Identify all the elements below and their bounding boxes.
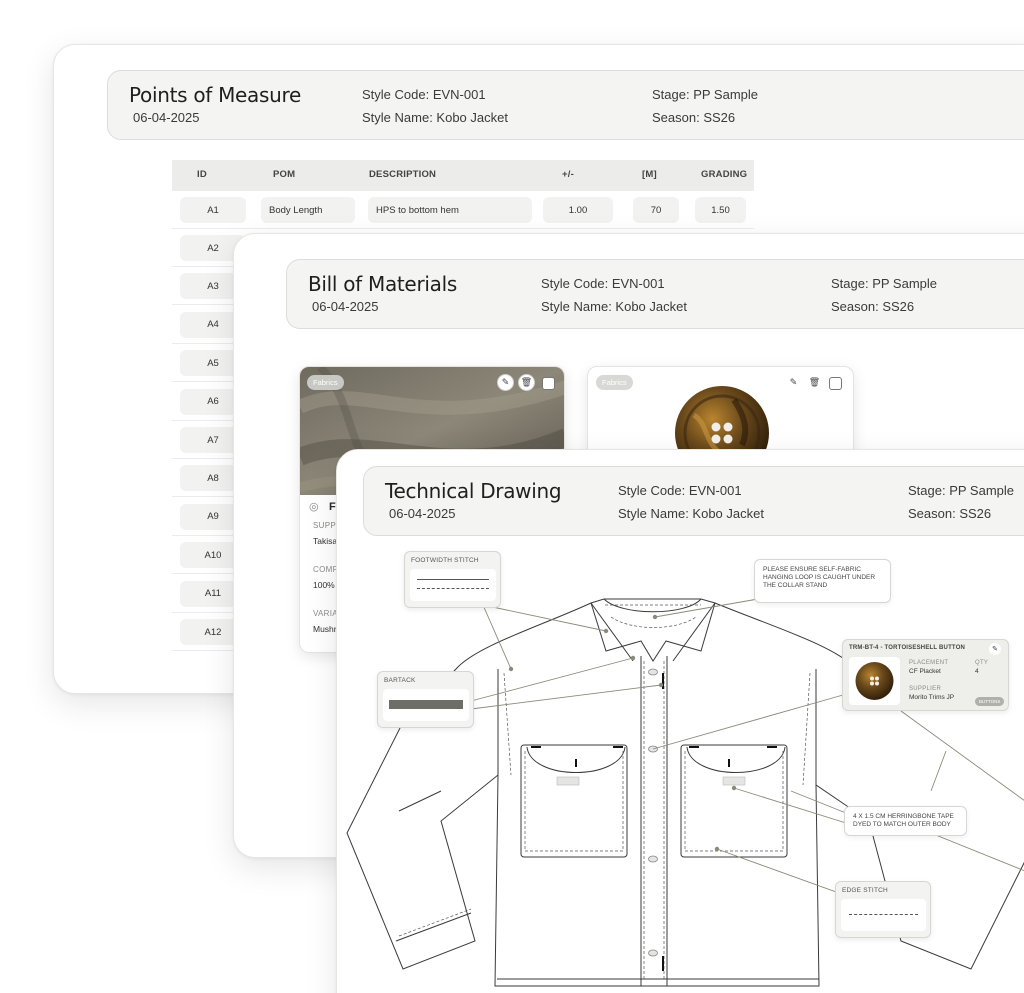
bom-header: Bill of Materials 06-04-2025 Style Code:… xyxy=(286,259,1024,329)
stitch-swatch xyxy=(410,569,496,601)
page-date: 06-04-2025 xyxy=(133,110,200,125)
callout-title: BARTACK xyxy=(384,677,416,684)
stage: Stage: PP Sample xyxy=(831,276,937,291)
style-code: Style Code: EVN-001 xyxy=(362,87,486,102)
edit-icon[interactable]: ✎ xyxy=(989,643,1001,655)
callout-title: FOOTWIDTH STITCH xyxy=(411,557,479,564)
edit-icon[interactable]: ✎ xyxy=(785,374,802,391)
stitch-swatch xyxy=(841,899,926,931)
trim-card-tortoiseshell-button[interactable]: TRM-BT-4 - TORTOISESHELL BUTTON ✎ PLACEM… xyxy=(842,639,1009,711)
cell-tolerance[interactable]: 1.00 xyxy=(543,197,613,223)
technical-drawing-panel: Technical Drawing 06-04-2025 Style Code:… xyxy=(336,449,1024,993)
delete-icon[interactable]: 🗑 xyxy=(806,374,823,391)
page-title: Points of Measure xyxy=(129,83,301,107)
trim-code: TRM-BT-4 - TORTOISESHELL BUTTON xyxy=(849,645,966,651)
column-header-grading: GRADING xyxy=(701,169,748,180)
bartack-swatch xyxy=(383,689,469,721)
supplier-value: Morito Trims JP xyxy=(909,694,955,701)
style-name: Style Name: Kobo Jacket xyxy=(362,110,508,125)
cell-measurement[interactable]: 70 xyxy=(633,197,679,223)
trim-category-badge: BUTTONS xyxy=(975,697,1005,706)
placement-label: PLACEMENT xyxy=(909,660,949,666)
column-header-measurement: [M] xyxy=(642,169,657,180)
variant-value: Mushr xyxy=(313,624,337,634)
table-header: ID POM DESCRIPTION +/- [M] GRADING xyxy=(172,160,754,191)
placement-value: CF Placket xyxy=(909,668,941,675)
style-name: Style Name: Kobo Jacket xyxy=(541,299,687,314)
cell-description[interactable]: HPS to bottom hem xyxy=(368,197,532,223)
edge-stitch-callout[interactable]: EDGE STITCH xyxy=(835,881,931,938)
select-checkbox[interactable] xyxy=(542,377,555,390)
column-header-tolerance: +/- xyxy=(562,169,574,180)
eye-icon[interactable]: ◎ xyxy=(309,500,319,513)
page-date: 06-04-2025 xyxy=(312,299,379,314)
column-header-id: ID xyxy=(197,169,207,180)
delete-icon[interactable]: 🗑 xyxy=(518,374,535,391)
edit-icon[interactable]: ✎ xyxy=(497,374,514,391)
column-header-description: DESCRIPTION xyxy=(369,169,437,180)
herringbone-tape-note[interactable]: 4 X 1.5 CM HERRINGBONE TAPE DYED TO MATC… xyxy=(844,806,967,836)
collar-loop-note[interactable]: PLEASE ENSURE SELF-FABRIC HANGING LOOP I… xyxy=(754,559,891,603)
stage: Stage: PP Sample xyxy=(652,87,758,102)
category-chip: Fabrics xyxy=(596,375,633,390)
supplier-value: Takisa xyxy=(313,536,338,546)
footwidth-stitch-callout[interactable]: FOOTWIDTH STITCH xyxy=(404,551,501,608)
qty-label: QTY xyxy=(975,660,989,666)
cell-grading[interactable]: 1.50 xyxy=(695,197,746,223)
select-checkbox[interactable] xyxy=(829,377,842,390)
callout-title: EDGE STITCH xyxy=(842,887,888,894)
cell-pom[interactable]: Body Length xyxy=(261,197,355,223)
composition-label: COMP xyxy=(313,565,339,574)
cell-id: A1 xyxy=(180,197,246,223)
category-chip: Fabrics xyxy=(307,375,344,390)
bartack-callout[interactable]: BARTACK xyxy=(377,671,474,728)
style-code: Style Code: EVN-001 xyxy=(541,276,665,291)
page-title: Bill of Materials xyxy=(308,272,457,296)
table-row[interactable]: A1 Body Length HPS to bottom hem 1.00 70… xyxy=(172,191,754,229)
column-header-pom: POM xyxy=(273,169,296,180)
season: Season: SS26 xyxy=(831,299,915,314)
variant-label: VARIA xyxy=(313,609,338,618)
trim-thumbnail xyxy=(849,657,900,705)
supplier-label: SUPPLIER xyxy=(909,686,942,692)
pom-header: Points of Measure 06-04-2025 Style Code:… xyxy=(107,70,1024,140)
season: Season: SS26 xyxy=(652,110,736,125)
qty-value: 4 xyxy=(975,668,979,675)
